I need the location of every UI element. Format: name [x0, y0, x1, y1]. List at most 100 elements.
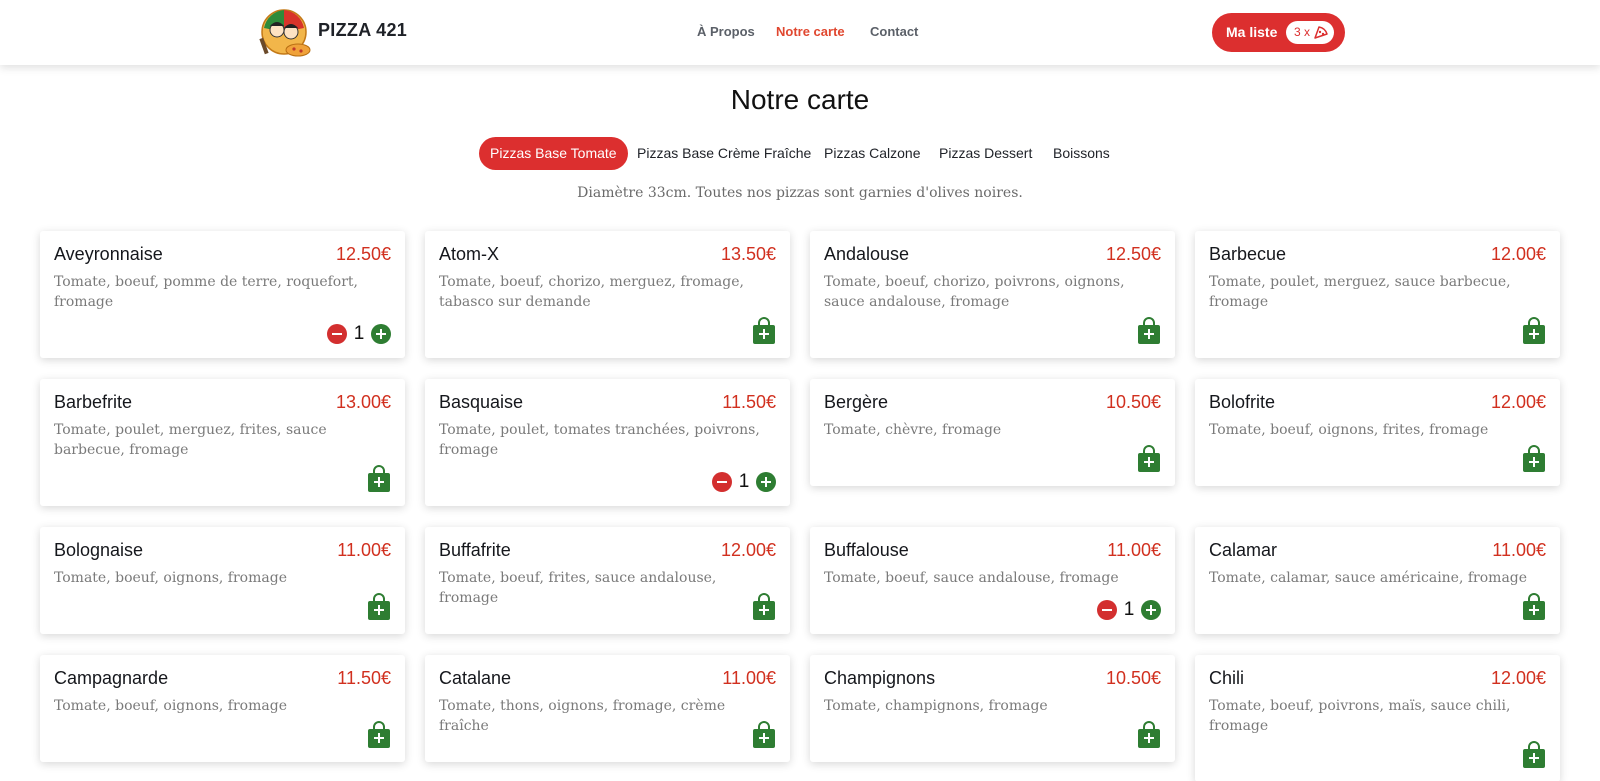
add-to-cart-bag-icon[interactable] — [1522, 444, 1546, 472]
add-to-cart-bag-icon[interactable] — [1137, 444, 1161, 472]
tab-pizzas-calzone[interactable]: Pizzas Calzone — [813, 137, 932, 170]
add-to-cart-bag-icon[interactable] — [1137, 316, 1161, 344]
pizza-ingredients: Tomate, boeuf, pomme de terre, roquefort… — [54, 274, 359, 310]
pizza-price: 11.50€ — [337, 668, 391, 688]
add-to-cart-bag-icon[interactable] — [752, 592, 776, 620]
pizza-ingredients: Tomate, thons, oignons, fromage, crème f… — [439, 698, 726, 734]
pizza-name: Atom-X — [439, 244, 500, 264]
tab-pizzas-dessert[interactable]: Pizzas Dessert — [928, 137, 1043, 170]
decrease-quantity-button[interactable] — [712, 472, 732, 492]
pizza-price: 13.00€ — [335, 392, 391, 412]
increase-quantity-button[interactable] — [1141, 600, 1161, 620]
pizza-slice-icon — [1314, 26, 1328, 39]
cart-button-label: Ma liste — [1226, 24, 1278, 40]
add-to-cart-bag-icon[interactable] — [752, 720, 776, 748]
pizza-card: Barbecue 12.00€ Tomate, poulet, merguez, s… — [1195, 231, 1560, 358]
pizza-price: 12.00€ — [720, 540, 776, 560]
tab-pizzas-base-creme-fraiche[interactable]: Pizzas Base Crème Fraîche — [626, 137, 822, 170]
nav-item-apropos[interactable]: À Propos — [697, 24, 755, 39]
pizza-name: Calamar — [1209, 540, 1278, 560]
nav-item-notre-carte[interactable]: Notre carte — [776, 24, 845, 39]
pizza-name: Campagnarde — [54, 668, 169, 688]
increase-quantity-button[interactable] — [756, 472, 776, 492]
pizza-ingredients: Tomate, poulet, merguez, sauce barbecue,… — [1209, 274, 1511, 310]
increase-quantity-button[interactable] — [371, 324, 391, 344]
decrease-quantity-button[interactable] — [327, 324, 347, 344]
pizza-card: Bergère 10.50€ Tomate, chèvre, fromage — [810, 379, 1175, 486]
add-to-cart-bag-icon[interactable] — [1137, 720, 1161, 748]
pizza-card: Bolofrite 12.00€ Tomate, boeuf, oignons, f… — [1195, 379, 1560, 486]
pizza-price: 11.00€ — [1492, 540, 1546, 560]
pizza-card: Basquaise 11.50€ Tomate, poulet, tomates t… — [425, 379, 790, 506]
pizza-name: Barbecue — [1209, 244, 1287, 264]
pizza-price: 12.50€ — [335, 244, 391, 264]
quantity-value: 1 — [353, 323, 365, 344]
pizza-name: Catalane — [439, 668, 512, 688]
pizza-price: 11.00€ — [337, 540, 391, 560]
pizza-ingredients: Tomate, champignons, fromage — [824, 698, 1048, 714]
pizza-ingredients: Tomate, boeuf, oignons, frites, fromage — [1209, 422, 1489, 438]
pizza-price: 12.00€ — [1490, 392, 1546, 412]
cart-count: 3 x — [1294, 25, 1311, 39]
pizza-name: Basquaise — [439, 392, 524, 412]
pizza-card: Atom-X 13.50€ Tomate, boeuf, chorizo, merg… — [425, 231, 790, 358]
pizza-name: Bergère — [824, 392, 889, 412]
pizza-price: 11.00€ — [722, 668, 776, 688]
cart-count-badge: 3 x — [1286, 21, 1334, 44]
add-to-cart-bag-icon[interactable] — [367, 464, 391, 492]
pizza-ingredients: Tomate, boeuf, chorizo, poivrons, oignon… — [824, 274, 1125, 310]
add-to-cart-bag-icon[interactable] — [1522, 316, 1546, 344]
pizza-name: Champignons — [824, 668, 936, 688]
pizza-price: 11.00€ — [1107, 540, 1161, 560]
cart-button[interactable]: Ma liste 3 x — [1212, 13, 1345, 52]
quantity-value: 1 — [738, 471, 750, 492]
pizza-card: Aveyronnaise 12.50€ Tomate, boeuf, pomme d… — [40, 231, 405, 358]
pizza-ingredients: Tomate, poulet, merguez, frites, sauce b… — [54, 422, 327, 458]
add-to-cart-bag-icon[interactable] — [367, 720, 391, 748]
site-header: PIZZA 421 À Propos Notre carte Contact M… — [0, 0, 1600, 65]
page-title: Notre carte — [730, 84, 870, 115]
tab-pizzas-base-tomate[interactable]: Pizzas Base Tomate — [479, 137, 628, 170]
pizza-price: 12.00€ — [1490, 244, 1546, 264]
pizza-name: Bolognaise — [54, 540, 144, 560]
pizza-ingredients: Tomate, poulet, tomates tranchées, poivr… — [439, 422, 760, 458]
pizza-name: Andalouse — [824, 244, 910, 264]
tab-boissons[interactable]: Boissons — [1042, 137, 1121, 170]
quantity-stepper: 1 — [1097, 599, 1161, 621]
pizza-name: Bolofrite — [1209, 392, 1276, 412]
menu-subtitle: Diamètre 33cm. Toutes nos pizzas sont ga… — [577, 185, 1023, 201]
pizza-name: Barbefrite — [54, 392, 133, 412]
pizza-ingredients: Tomate, boeuf, frites, sauce andalouse, … — [439, 570, 717, 606]
pizza-card: Buffafrite 12.00€ Tomate, boeuf, frites, s… — [425, 527, 790, 634]
pizza-ingredients: Tomate, chèvre, fromage — [824, 422, 1002, 438]
pizza-card: Champignons 10.50€ Tomate, champignons, fr… — [810, 655, 1175, 762]
quantity-stepper: 1 — [327, 323, 391, 345]
pizza-price: 12.50€ — [1105, 244, 1161, 264]
pizza-ingredients: Tomate, boeuf, poivrons, maïs, sauce chi… — [1209, 698, 1511, 734]
pizza-card: Barbefrite 13.00€ Tomate, poulet, merguez,… — [40, 379, 405, 506]
pizza-card: Chili 12.00€ Tomate, boeuf, poivrons, maïs… — [1195, 655, 1560, 781]
pizza-price: 11.50€ — [722, 392, 776, 412]
add-to-cart-bag-icon[interactable] — [752, 316, 776, 344]
pizza-ingredients: Tomate, boeuf, chorizo, merguez, fromage… — [439, 274, 744, 310]
pizza-price: 10.50€ — [1105, 392, 1161, 412]
pizza-name: Chili — [1209, 668, 1245, 688]
pizza-ingredients: Tomate, boeuf, oignons, fromage — [54, 570, 287, 586]
nav-item-contact[interactable]: Contact — [870, 24, 918, 39]
pizza-name: Buffafrite — [439, 540, 511, 560]
quantity-stepper: 1 — [712, 471, 776, 493]
pizza-card: Calamar 11.00€ Tomate, calamar, sauce amér… — [1195, 527, 1560, 634]
pizza-ingredients: Tomate, calamar, sauce américaine, froma… — [1209, 570, 1528, 586]
add-to-cart-bag-icon[interactable] — [367, 592, 391, 620]
pizza-price: 13.50€ — [720, 244, 776, 264]
pizza-card: Andalouse 12.50€ Tomate, boeuf, chorizo, p… — [810, 231, 1175, 358]
pizza-card: Bolognaise 11.00€ Tomate, boeuf, oignons, … — [40, 527, 405, 634]
pizza-card: Campagnarde 11.50€ Tomate, boeuf, oignons,… — [40, 655, 405, 762]
category-tabs: Pizzas Base Tomate Pizzas Base Crème Fra… — [0, 137, 1600, 171]
add-to-cart-bag-icon[interactable] — [1522, 740, 1546, 768]
pizza-card: Catalane 11.00€ Tomate, thons, oignons, fr… — [425, 655, 790, 762]
pizza-name: Buffalouse — [824, 540, 909, 560]
pizza-name: Aveyronnaise — [54, 244, 163, 264]
decrease-quantity-button[interactable] — [1097, 600, 1117, 620]
add-to-cart-bag-icon[interactable] — [1522, 592, 1546, 620]
